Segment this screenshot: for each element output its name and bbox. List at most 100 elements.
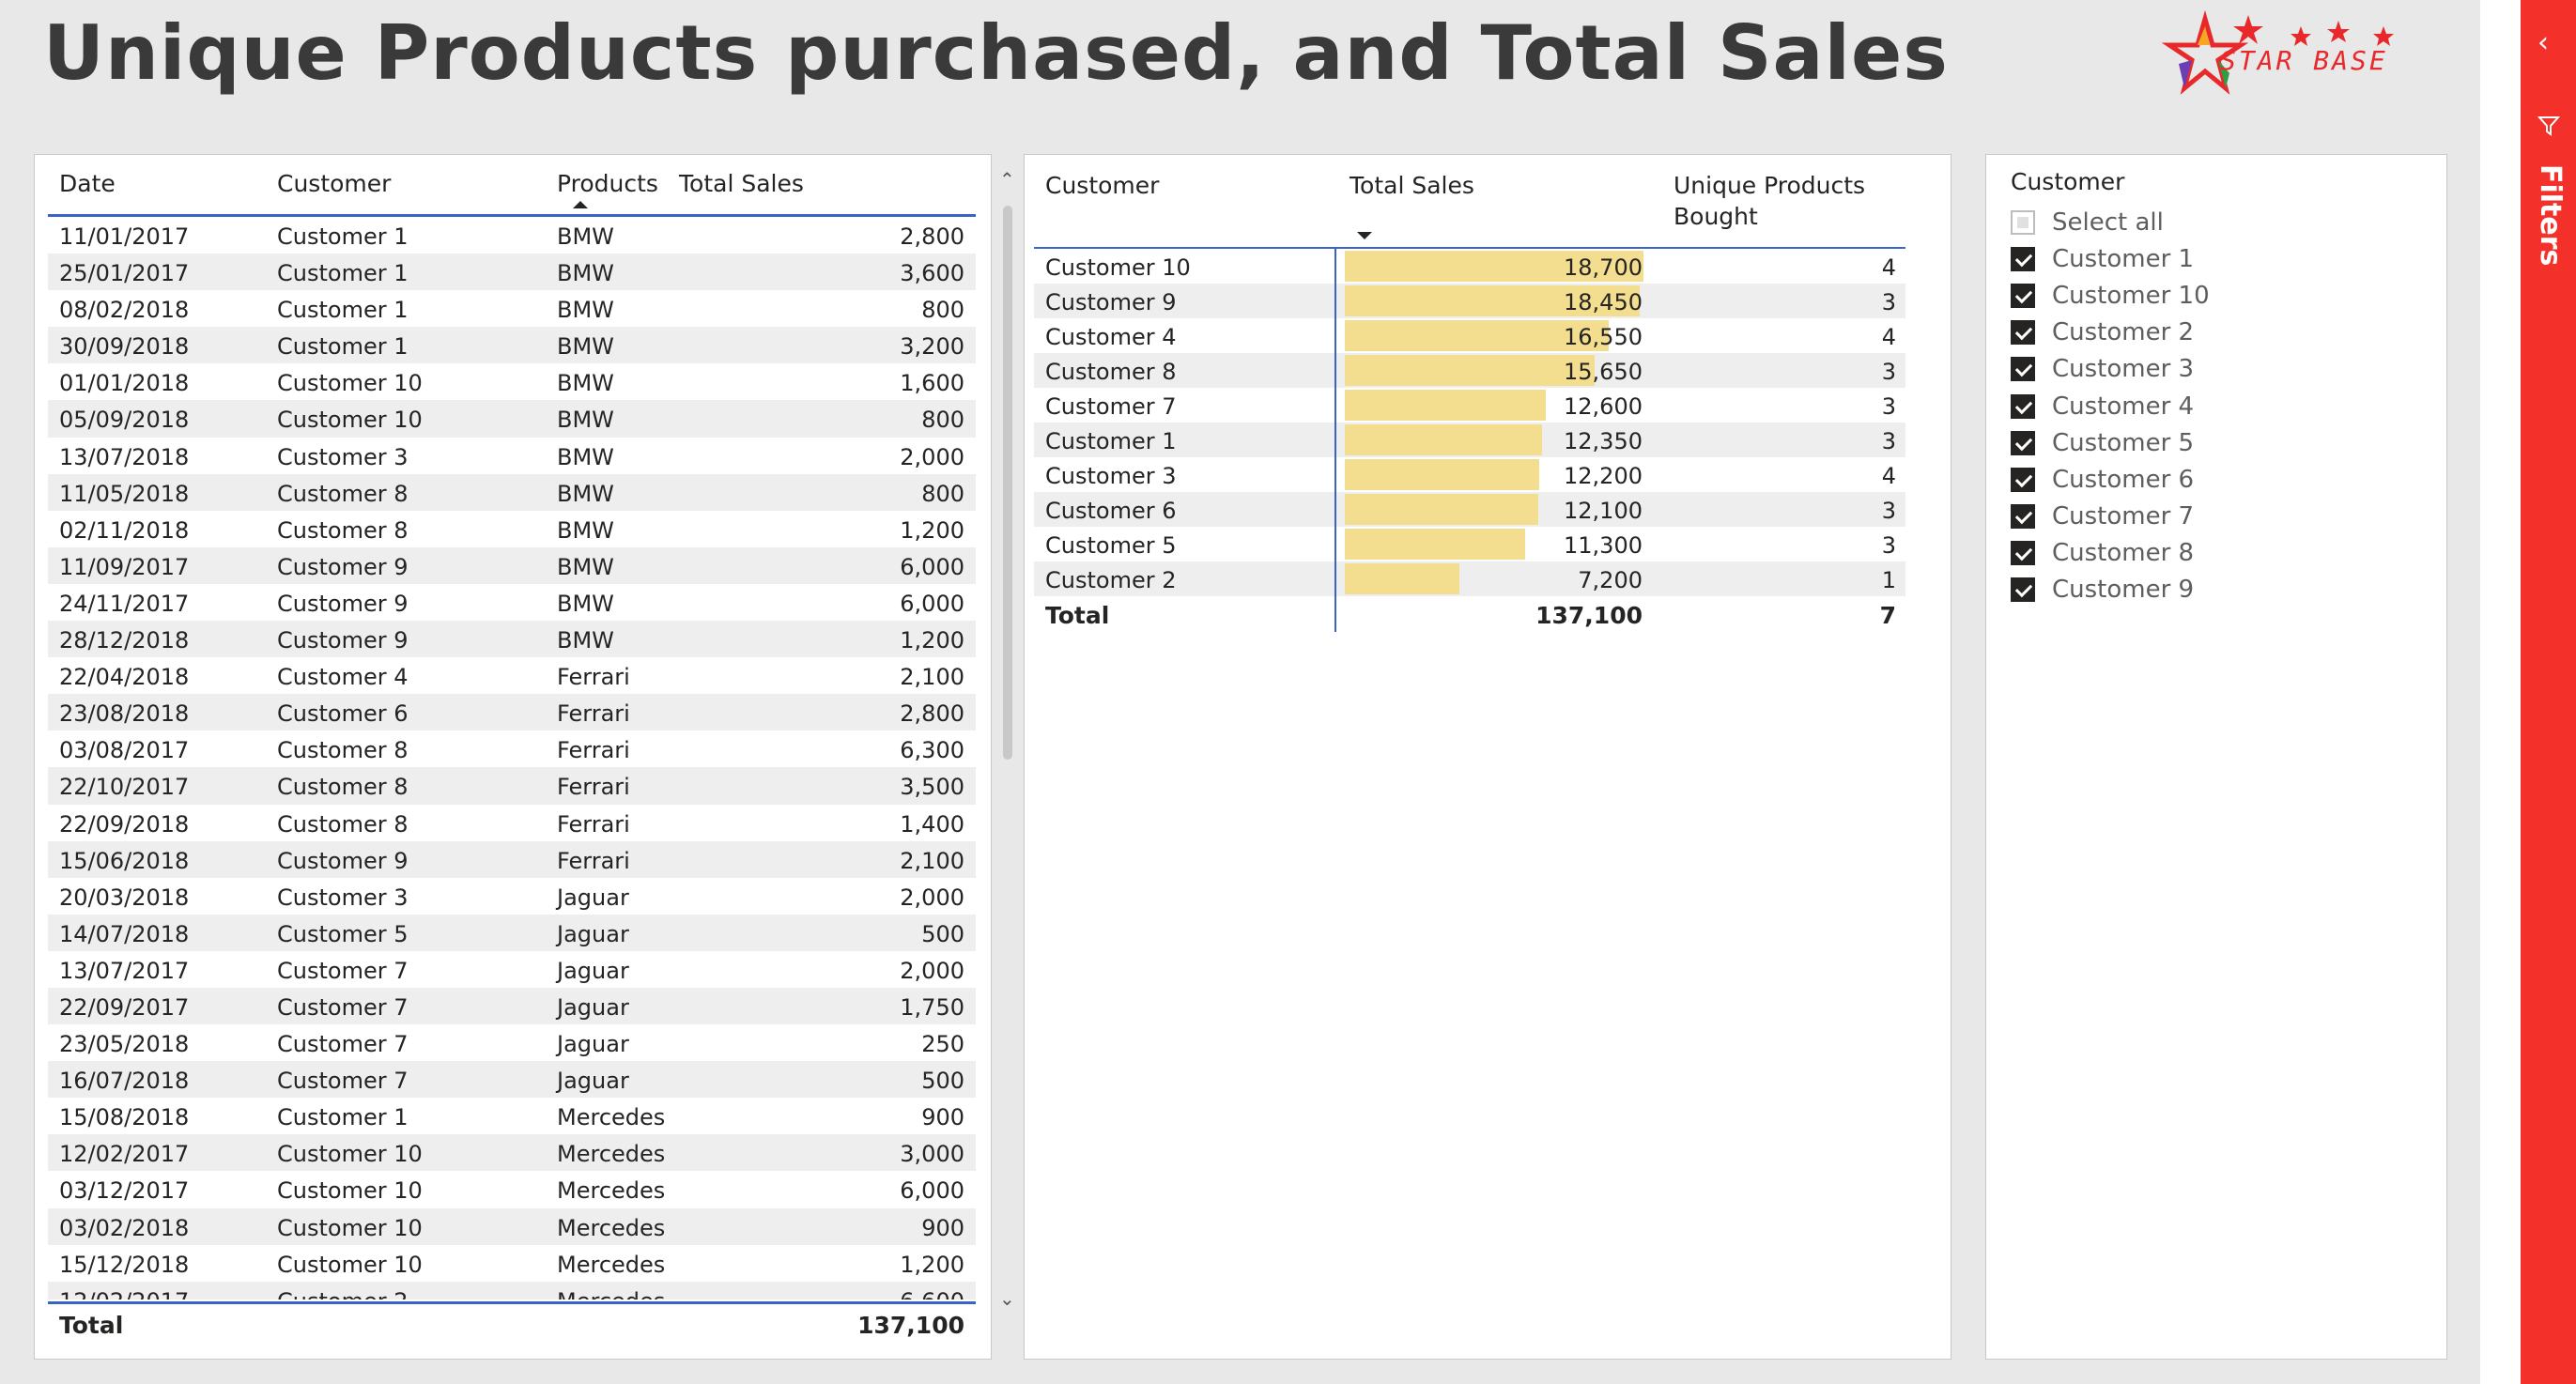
customer-summary-table[interactable]: Customer Total Sales Unique Products Bou… bbox=[1024, 154, 1951, 1360]
sales-detail-table[interactable]: Date Customer Products Total Sales 11/01… bbox=[34, 154, 1015, 1360]
slicer-item[interactable]: Customer 2 bbox=[2011, 315, 2210, 351]
column-divider bbox=[1334, 249, 1336, 632]
cell-unique-products: 3 bbox=[1881, 498, 1896, 524]
table-row[interactable]: 05/09/2018 Customer 10 BMW 800 bbox=[48, 400, 976, 438]
cell-product: Mercedes bbox=[557, 1214, 666, 1241]
table-row[interactable]: 20/03/2018 Customer 3 Jaguar 2,000 bbox=[48, 877, 976, 915]
table-row[interactable]: Customer 8 15,650 3 bbox=[1034, 353, 1905, 388]
scroll-down-icon[interactable]: ⌄ bbox=[999, 1287, 1015, 1310]
table-row[interactable]: Customer 1 12,350 3 bbox=[1034, 423, 1905, 457]
table-row[interactable]: 08/02/2018 Customer 1 BMW 800 bbox=[48, 290, 976, 328]
table-row[interactable]: 24/11/2017 Customer 9 BMW 6,000 bbox=[48, 583, 976, 622]
table-row[interactable]: 23/08/2018 Customer 6 Ferrari 2,800 bbox=[48, 694, 976, 731]
cell-customer: Customer 9 bbox=[277, 847, 409, 874]
table-row[interactable]: 28/12/2018 Customer 9 BMW 1,200 bbox=[48, 621, 976, 658]
cell-product: BMW bbox=[557, 516, 614, 544]
slicer-item[interactable]: Customer 7 bbox=[2011, 499, 2210, 535]
cell-date: 28/12/2018 bbox=[59, 627, 190, 654]
cell-product: BMW bbox=[557, 480, 614, 507]
filters-pane[interactable]: ‹ Filters bbox=[2521, 0, 2576, 1384]
customer-slicer[interactable]: Customer Select all Customer 1 Customer 10… bbox=[1985, 154, 2447, 1360]
cell-product: Mercedes bbox=[557, 1177, 666, 1205]
cell-customer: Customer 5 bbox=[1045, 532, 1177, 559]
chevron-left-icon[interactable]: ‹ bbox=[2537, 26, 2549, 59]
table-row[interactable]: 12/02/2017 Customer 2 Mercedes 6,600 bbox=[48, 1281, 976, 1299]
table-row[interactable]: 15/06/2018 Customer 9 Ferrari 2,100 bbox=[48, 840, 976, 878]
table-row[interactable]: Customer 7 12,600 3 bbox=[1034, 388, 1905, 423]
filters-label[interactable]: Filters bbox=[2534, 164, 2567, 266]
checkbox-checked-icon[interactable] bbox=[2011, 541, 2035, 566]
slicer-item[interactable]: Customer 6 bbox=[2011, 461, 2210, 498]
cell-customer: Customer 10 bbox=[277, 407, 423, 434]
slicer-item[interactable]: Customer 4 bbox=[2011, 388, 2210, 424]
col-header-customer[interactable]: Customer bbox=[1045, 170, 1159, 201]
table-row[interactable]: 23/05/2018 Customer 7 Jaguar 250 bbox=[48, 1024, 976, 1062]
scrollbar-thumb[interactable] bbox=[1003, 206, 1012, 760]
table-row[interactable]: Customer 9 18,450 3 bbox=[1034, 284, 1905, 318]
cell-total-sales: 2,000 bbox=[900, 443, 964, 470]
table-row[interactable]: Customer 6 12,100 3 bbox=[1034, 492, 1905, 527]
checkbox-checked-icon[interactable] bbox=[2011, 577, 2035, 603]
col-header-total-sales[interactable]: Total Sales bbox=[679, 170, 804, 197]
slicer-item[interactable]: Customer 9 bbox=[2011, 572, 2210, 608]
checkbox-checked-icon[interactable] bbox=[2011, 430, 2035, 455]
table-row[interactable]: 14/07/2018 Customer 5 Jaguar 500 bbox=[48, 914, 976, 951]
checkbox-checked-icon[interactable] bbox=[2011, 283, 2035, 308]
table-row[interactable]: 22/09/2018 Customer 8 Ferrari 1,400 bbox=[48, 804, 976, 841]
table-row[interactable]: 30/09/2018 Customer 1 BMW 3,200 bbox=[48, 327, 976, 364]
col-header-products[interactable]: Products bbox=[557, 170, 658, 197]
table-row[interactable]: Customer 4 16,550 4 bbox=[1034, 318, 1905, 353]
slicer-item[interactable]: Customer 5 bbox=[2011, 424, 2210, 461]
checkbox-checked-icon[interactable] bbox=[2011, 357, 2035, 382]
slicer-item[interactable]: Customer 1 bbox=[2011, 240, 2210, 277]
table-row[interactable]: 15/08/2018 Customer 1 Mercedes 900 bbox=[48, 1098, 976, 1135]
table-row[interactable]: Customer 5 11,300 3 bbox=[1034, 527, 1905, 561]
checkbox-checked-icon[interactable] bbox=[2011, 393, 2035, 419]
table-header: Customer Total Sales Unique Products Bou… bbox=[1034, 155, 1905, 249]
table-row[interactable]: 15/12/2018 Customer 10 Mercedes 1,200 bbox=[48, 1244, 976, 1282]
vertical-scrollbar[interactable]: ⌃ ⌄ bbox=[996, 155, 1017, 1319]
cell-product: Mercedes bbox=[557, 1104, 666, 1131]
table-row[interactable]: 11/01/2017 Customer 1 BMW 2,800 bbox=[48, 217, 976, 254]
checkbox-checked-icon[interactable] bbox=[2011, 320, 2035, 346]
table-row[interactable]: 01/01/2018 Customer 10 BMW 1,600 bbox=[48, 363, 976, 401]
table-row[interactable]: 11/05/2018 Customer 8 BMW 800 bbox=[48, 473, 976, 511]
table-row[interactable]: 11/09/2017 Customer 9 BMW 6,000 bbox=[48, 546, 976, 584]
col-header-total-sales[interactable]: Total Sales bbox=[1350, 170, 1474, 201]
table-row[interactable]: 12/02/2017 Customer 10 Mercedes 3,000 bbox=[48, 1134, 976, 1172]
cell-product: Jaguar bbox=[557, 957, 629, 984]
checkbox-partial-icon[interactable] bbox=[2011, 209, 2035, 235]
col-header-customer[interactable]: Customer bbox=[277, 170, 391, 197]
table-row[interactable]: Customer 10 18,700 4 bbox=[1034, 249, 1905, 284]
slicer-item[interactable]: Customer 8 bbox=[2011, 535, 2210, 572]
table-row[interactable]: 03/12/2017 Customer 10 Mercedes 6,000 bbox=[48, 1171, 976, 1208]
table-row[interactable]: Customer 3 12,200 4 bbox=[1034, 457, 1905, 492]
checkbox-checked-icon[interactable] bbox=[2011, 246, 2035, 271]
slicer-item-label: Customer 8 bbox=[2052, 539, 2195, 568]
table-row[interactable]: 13/07/2018 Customer 3 BMW 2,000 bbox=[48, 437, 976, 474]
table-row[interactable]: 25/01/2017 Customer 1 BMW 3,600 bbox=[48, 254, 976, 291]
table-row[interactable]: 22/04/2018 Customer 4 Ferrari 2,100 bbox=[48, 657, 976, 695]
cell-product: Ferrari bbox=[557, 810, 630, 838]
sort-descending-icon bbox=[1357, 232, 1372, 239]
cell-date: 03/02/2018 bbox=[59, 1214, 190, 1241]
col-header-unique-products[interactable]: Unique Products Bought bbox=[1674, 170, 1890, 232]
table-row[interactable]: 03/02/2018 Customer 10 Mercedes 900 bbox=[48, 1207, 976, 1245]
table-row[interactable]: 22/09/2017 Customer 7 Jaguar 1,750 bbox=[48, 987, 976, 1025]
checkbox-checked-icon[interactable] bbox=[2011, 467, 2035, 492]
cell-total-sales: 800 bbox=[921, 480, 964, 507]
checkbox-checked-icon[interactable] bbox=[2011, 504, 2035, 530]
scroll-up-icon[interactable]: ⌃ bbox=[999, 168, 1015, 191]
table-row[interactable]: 02/11/2018 Customer 8 BMW 1,200 bbox=[48, 510, 976, 547]
table-row[interactable]: Customer 2 7,200 1 bbox=[1034, 561, 1905, 596]
table-row[interactable]: 13/07/2017 Customer 7 Jaguar 2,000 bbox=[48, 950, 976, 988]
slicer-item[interactable]: Select all bbox=[2011, 204, 2210, 240]
col-header-date[interactable]: Date bbox=[59, 170, 116, 197]
slicer-item[interactable]: Customer 3 bbox=[2011, 351, 2210, 388]
table-row[interactable]: 16/07/2018 Customer 7 Jaguar 500 bbox=[48, 1061, 976, 1099]
slicer-item[interactable]: Customer 10 bbox=[2011, 277, 2210, 314]
cell-total-sales: 500 bbox=[921, 1068, 964, 1095]
table-row[interactable]: 22/10/2017 Customer 8 Ferrari 3,500 bbox=[48, 767, 976, 805]
cell-date: 14/07/2018 bbox=[59, 920, 190, 947]
table-row[interactable]: 03/08/2017 Customer 8 Ferrari 6,300 bbox=[48, 730, 976, 768]
